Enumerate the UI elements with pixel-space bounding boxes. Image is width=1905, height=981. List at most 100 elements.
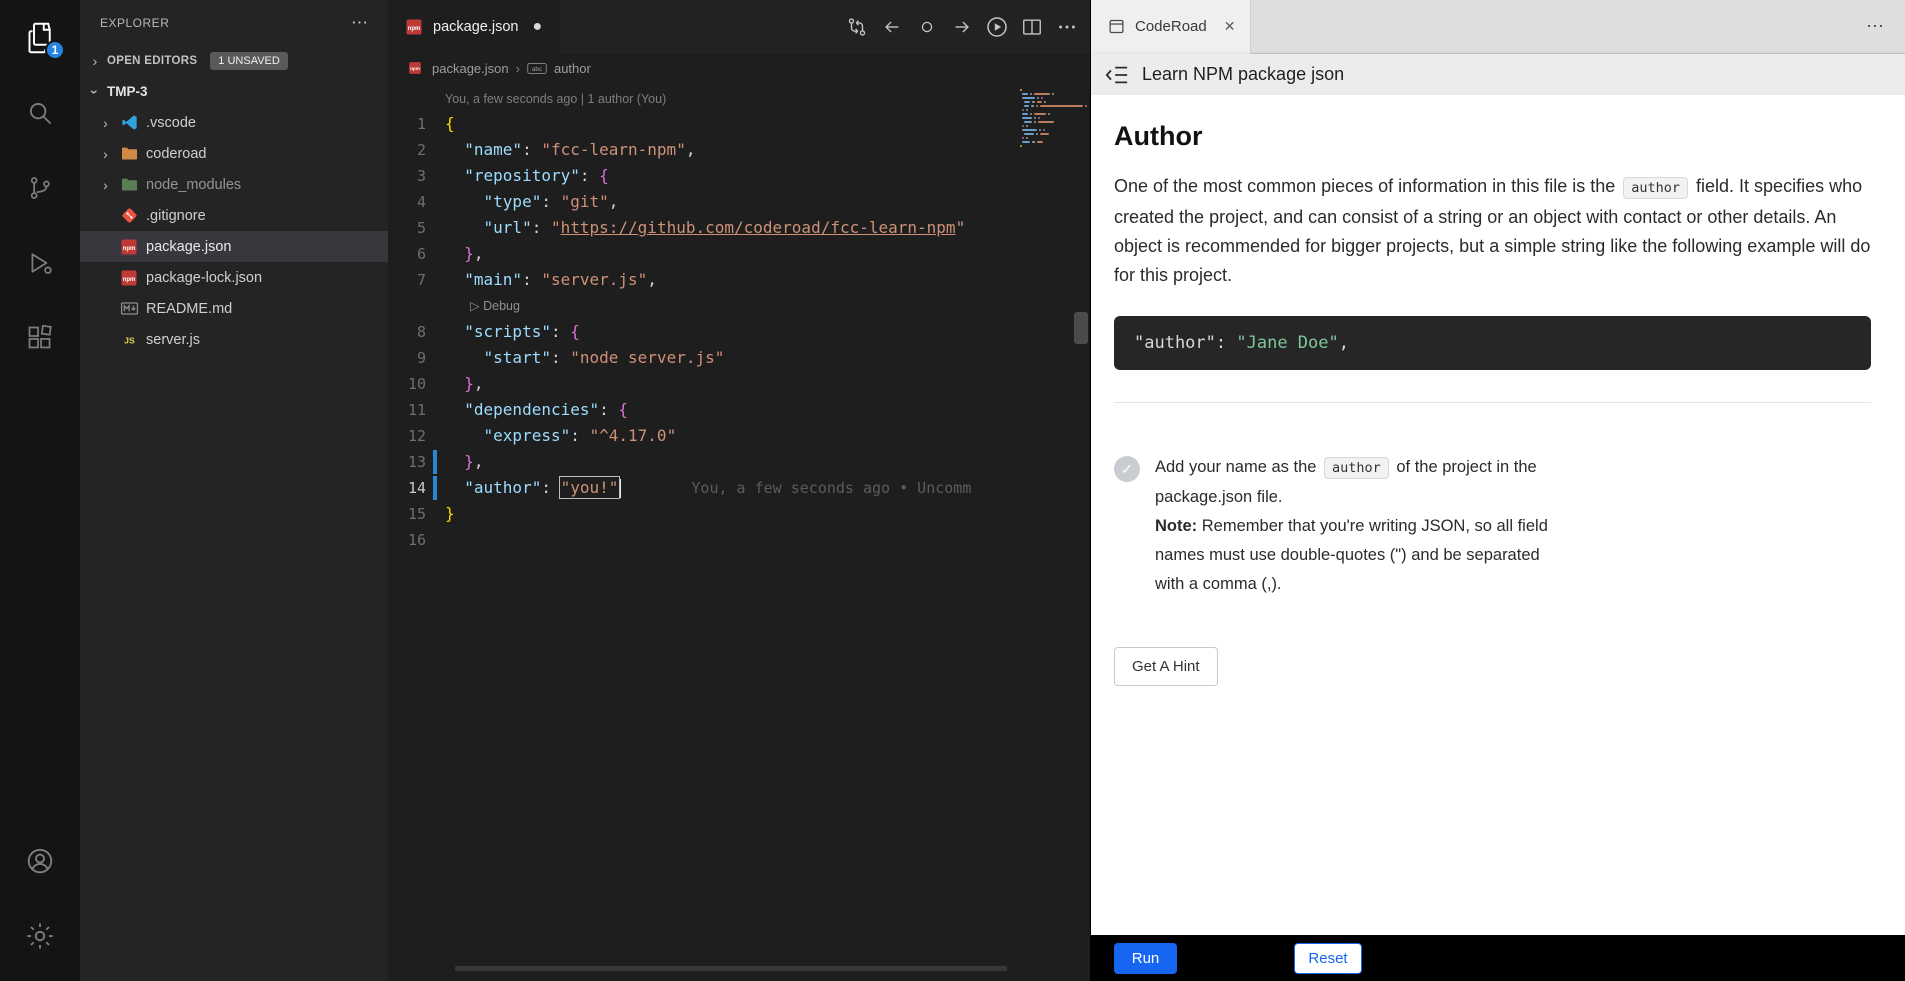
code-lines: 1{2 "name": "fcc-learn-npm",3 "repositor… [388, 111, 1090, 553]
get-hint-button[interactable]: Get A Hint [1114, 647, 1218, 686]
code-line[interactable]: 5 "url": "https://github.com/coderoad/fc… [388, 215, 1090, 241]
code-line[interactable]: 15} [388, 501, 1090, 527]
code-token [445, 322, 464, 341]
open-editors-section[interactable]: › OPEN EDITORS 1 UNSAVED [80, 46, 388, 76]
vertical-scrollbar-thumb[interactable] [1074, 312, 1088, 344]
explorer-more-icon[interactable]: ⋯ [351, 13, 368, 33]
line-number [388, 293, 426, 319]
code-line[interactable]: 2 "name": "fcc-learn-npm", [388, 137, 1090, 163]
code-token: : [522, 140, 541, 159]
code-line[interactable]: 14 "author": "you!"You, a few seconds ag… [388, 475, 1090, 501]
code-line[interactable]: 11 "dependencies": { [388, 397, 1090, 423]
nav-back-icon[interactable] [877, 12, 907, 42]
code-line[interactable]: 8 "scripts": { [388, 319, 1090, 345]
split-editor-icon[interactable] [1017, 12, 1047, 42]
minimap[interactable] [1020, 88, 1070, 152]
run-circle-icon[interactable] [982, 12, 1012, 42]
folder-green-icon [119, 175, 139, 195]
line-number: 7 [388, 267, 426, 293]
activity-explorer-icon[interactable]: 1 [0, 0, 80, 75]
code-editor[interactable]: You, a few seconds ago | 1 author (You) … [388, 82, 1090, 981]
svg-text:JS: JS [124, 335, 135, 345]
more-icon[interactable] [1052, 12, 1082, 42]
git-icon [119, 206, 139, 226]
modified-dot-icon: ● [532, 18, 542, 36]
code-token: " [956, 218, 966, 237]
code-line[interactable]: 12 "express": "^4.17.0" [388, 423, 1090, 449]
minimap-token [1022, 117, 1031, 119]
code-line[interactable]: 6 }, [388, 241, 1090, 267]
file-label: coderoad [146, 146, 206, 162]
activity-account-icon[interactable] [0, 823, 80, 898]
file-.vscode[interactable]: ›.vscode [80, 107, 388, 138]
code-line[interactable]: 16 [388, 527, 1090, 553]
code-token: "author" [1134, 333, 1216, 353]
code-line[interactable]: 3 "repository": { [388, 163, 1090, 189]
svg-text:npm: npm [408, 26, 421, 32]
code-line[interactable]: 10 }, [388, 371, 1090, 397]
tab-package-json[interactable]: npm package.json ● [388, 0, 559, 54]
code-text: "start": "node server.js" [426, 345, 724, 371]
code-token: "you!" [561, 478, 619, 497]
file-README.md[interactable]: README.md [80, 293, 388, 324]
activity-settings-icon[interactable] [0, 898, 80, 973]
code-token: , [474, 452, 484, 471]
code-line[interactable]: 1{ [388, 111, 1090, 137]
line-number: 8 [388, 319, 426, 345]
file-blame-annotation: You, a few seconds ago | 1 author (You) [388, 87, 1090, 111]
file-label: package-lock.json [146, 270, 262, 286]
npm-icon: npm [405, 58, 425, 78]
activity-source-control-icon[interactable] [0, 150, 80, 225]
file-label: README.md [146, 301, 232, 317]
line-number: 13 [388, 449, 426, 475]
minimap-token [1036, 133, 1038, 135]
file-coderoad[interactable]: ›coderoad [80, 138, 388, 169]
file-server.js[interactable]: JSserver.js [80, 324, 388, 355]
project-root[interactable]: › TMP-3 [80, 76, 388, 107]
nav-forward-icon[interactable] [947, 12, 977, 42]
code-token: { [599, 166, 609, 185]
code-line[interactable]: 13 }, [388, 449, 1090, 475]
code-token: } [445, 504, 455, 523]
minimap-token [1041, 97, 1043, 99]
minimap-token [1037, 97, 1039, 99]
tab-coderoad[interactable]: CodeRoad ✕ [1091, 0, 1251, 54]
run-button[interactable]: Run [1114, 943, 1177, 974]
project-root-label: TMP-3 [107, 84, 148, 99]
codelens-line[interactable]: ▷ Debug [388, 293, 1090, 319]
minimap-token [1024, 105, 1029, 107]
file-package.json[interactable]: npmpackage.json [80, 231, 388, 262]
minimap-token [1034, 93, 1050, 95]
code-text: }, [426, 371, 484, 397]
breadcrumb-symbol[interactable]: author [554, 61, 591, 76]
code-token: } [464, 244, 474, 263]
nav-dot-icon[interactable] [912, 12, 942, 42]
back-icon[interactable] [1105, 64, 1129, 86]
code-token: { [445, 114, 455, 133]
minimap-token [1022, 109, 1024, 111]
activity-run-debug-icon[interactable] [0, 225, 80, 300]
minimap-token [1043, 129, 1045, 131]
git-compare-icon[interactable] [842, 12, 872, 42]
horizontal-scrollbar[interactable] [455, 966, 1007, 971]
codelens-debug[interactable]: ▷ Debug [426, 293, 520, 319]
file-package-lock.json[interactable]: npmpackage-lock.json [80, 262, 388, 293]
npm-icon: npm [119, 237, 139, 257]
modified-gutter-indicator [433, 450, 437, 474]
activity-search-icon[interactable] [0, 75, 80, 150]
code-text: "repository": { [426, 163, 609, 189]
code-line[interactable]: 7 "main": "server.js", [388, 267, 1090, 293]
more-actions-icon[interactable]: ⋯ [1866, 16, 1885, 37]
task-text: Add your name as the author of the proje… [1155, 453, 1550, 599]
breadcrumb-file[interactable]: package.json [432, 61, 509, 76]
reset-button[interactable]: Reset [1294, 943, 1362, 974]
lesson-paragraph: One of the most common pieces of informa… [1114, 172, 1871, 290]
close-icon[interactable]: ✕ [1224, 18, 1236, 35]
lesson-body: Author One of the most common pieces of … [1091, 95, 1905, 935]
code-line[interactable]: 9 "start": "node server.js" [388, 345, 1090, 371]
file-node_modules[interactable]: ›node_modules [80, 169, 388, 200]
activity-bar: 1 [0, 0, 80, 981]
activity-extensions-icon[interactable] [0, 300, 80, 375]
file-.gitignore[interactable]: .gitignore [80, 200, 388, 231]
code-line[interactable]: 4 "type": "git", [388, 189, 1090, 215]
